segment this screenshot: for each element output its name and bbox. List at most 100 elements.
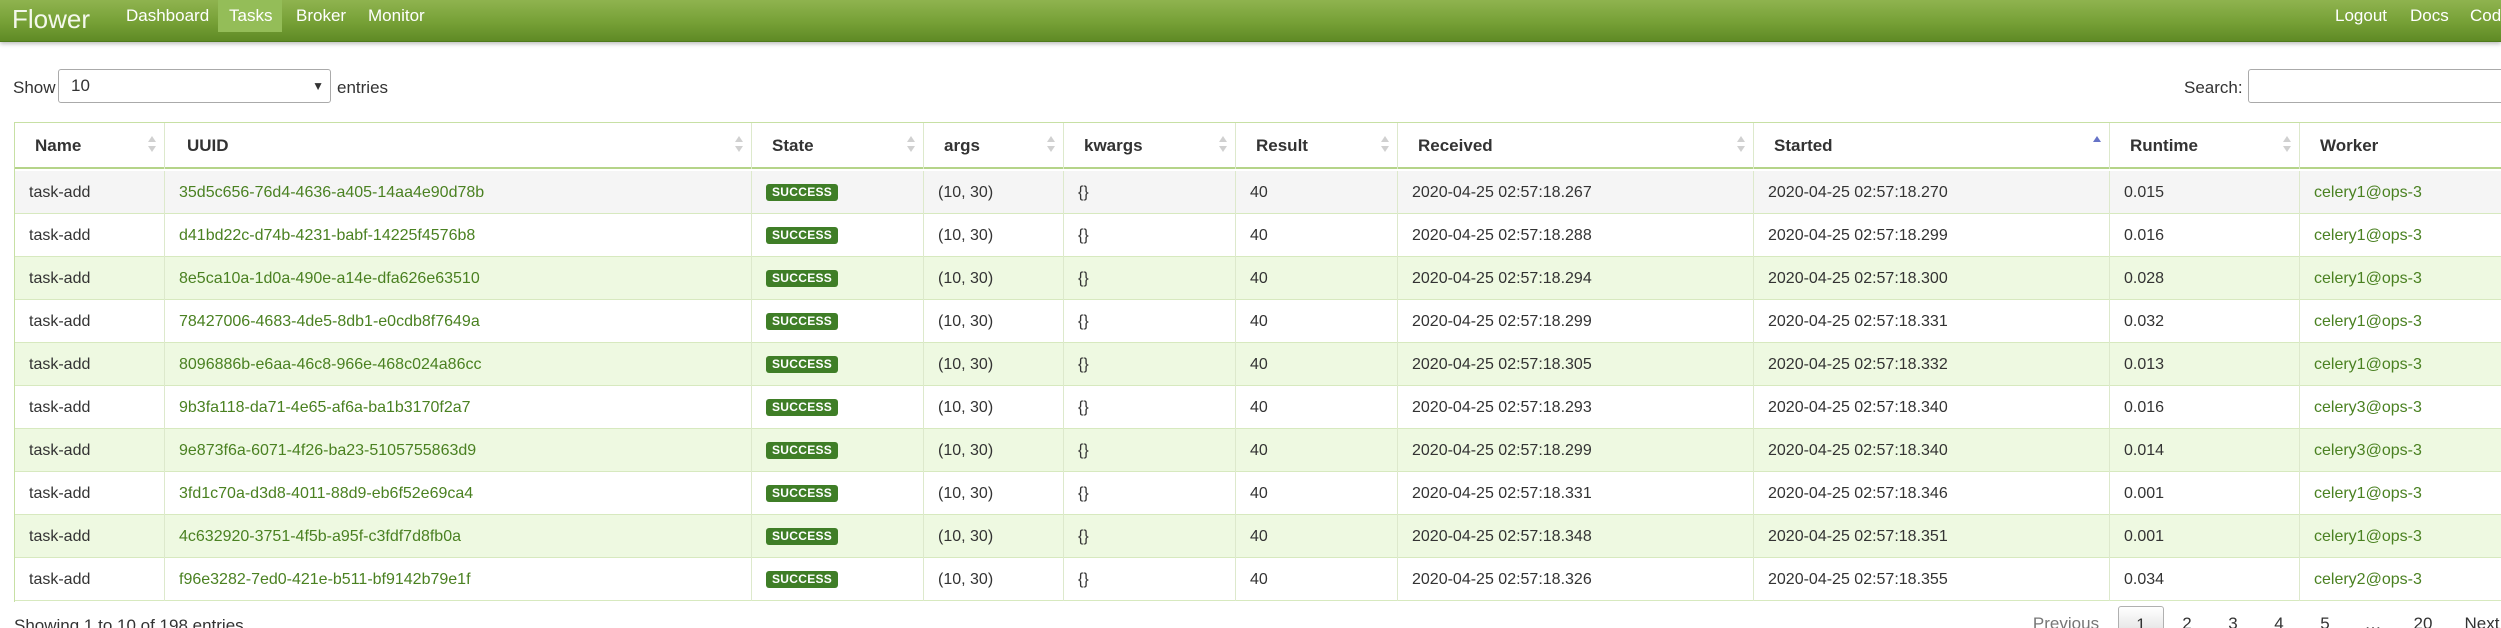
cell-name: task-add [15, 472, 165, 515]
cell-worker[interactable]: celery1@ops-3 [2300, 257, 2501, 300]
dropdown-caret-icon: ▼ [312, 79, 324, 93]
cell-worker[interactable]: celery1@ops-3 [2300, 472, 2501, 515]
sort-icon [148, 136, 156, 156]
cell-args: (10, 30) [924, 343, 1064, 386]
tasks-table: Name UUID State args kwargs Result Recei… [14, 122, 2501, 602]
cell-result: 40 [1236, 257, 1398, 300]
cell-started: 2020-04-25 02:57:18.351 [1754, 515, 2110, 558]
cell-uuid[interactable]: 4c632920-3751-4f5b-a95f-c3fdf7d8fb0a [165, 515, 752, 558]
column-header-uuid[interactable]: UUID [165, 123, 752, 169]
cell-name: task-add [15, 558, 165, 601]
cell-uuid[interactable]: 78427006-4683-4de5-8db1-e0cdb8f7649a [165, 300, 752, 343]
nav-monitor[interactable]: Monitor [358, 0, 434, 32]
cell-received: 2020-04-25 02:57:18.288 [1398, 214, 1754, 257]
cell-started: 2020-04-25 02:57:18.300 [1754, 257, 2110, 300]
nav-logout[interactable]: Logout [2325, 0, 2391, 32]
cell-kwargs: {} [1064, 300, 1236, 343]
brand-logo[interactable]: Flower [12, 2, 90, 36]
cell-state: SUCCESS [752, 300, 924, 343]
cell-started: 2020-04-25 02:57:18.340 [1754, 429, 2110, 472]
column-header-result[interactable]: Result [1236, 123, 1398, 169]
table-row: task-add 4c632920-3751-4f5b-a95f-c3fdf7d8… [15, 515, 2501, 558]
cell-uuid[interactable]: 8096886b-e6aa-46c8-966e-468c024a86cc [165, 343, 752, 386]
status-badge: SUCCESS [766, 270, 839, 288]
entries-per-page-select[interactable]: 10 ▼ [58, 69, 331, 103]
cell-uuid[interactable]: 9b3fa118-da71-4e65-af6a-ba1b3170f2a7 [165, 386, 752, 429]
column-header-args[interactable]: args [924, 123, 1064, 169]
cell-uuid[interactable]: 3fd1c70a-d3d8-4011-88d9-eb6f52e69ca4 [165, 472, 752, 515]
sort-icon [1219, 136, 1227, 156]
cell-args: (10, 30) [924, 386, 1064, 429]
cell-result: 40 [1236, 558, 1398, 601]
cell-received: 2020-04-25 02:57:18.293 [1398, 386, 1754, 429]
cell-state: SUCCESS [752, 343, 924, 386]
table-header: Name UUID State args kwargs Result Recei… [15, 123, 2501, 169]
cell-args: (10, 30) [924, 171, 1064, 214]
cell-name: task-add [15, 515, 165, 558]
column-header-started[interactable]: Started [1754, 123, 2110, 169]
cell-worker[interactable]: celery3@ops-3 [2300, 429, 2501, 472]
sort-icon [907, 136, 915, 156]
pagination-page-5[interactable]: 5 [2302, 606, 2348, 628]
cell-name: task-add [15, 386, 165, 429]
column-header-received[interactable]: Received [1398, 123, 1754, 169]
cell-args: (10, 30) [924, 558, 1064, 601]
cell-args: (10, 30) [924, 429, 1064, 472]
cell-received: 2020-04-25 02:57:18.299 [1398, 300, 1754, 343]
sort-icon [1381, 136, 1389, 156]
column-header-runtime[interactable]: Runtime [2110, 123, 2300, 169]
sort-icon [1047, 136, 1055, 156]
column-header-worker[interactable]: Worker [2300, 123, 2501, 169]
pagination-page-2[interactable]: 2 [2164, 606, 2210, 628]
pagination-page-4[interactable]: 4 [2256, 606, 2302, 628]
cell-kwargs: {} [1064, 515, 1236, 558]
nav-dashboard[interactable]: Dashboard [116, 0, 220, 32]
pagination-next[interactable]: Next [2452, 606, 2501, 628]
cell-worker[interactable]: celery1@ops-3 [2300, 171, 2501, 214]
cell-received: 2020-04-25 02:57:18.326 [1398, 558, 1754, 601]
nav-broker[interactable]: Broker [286, 0, 356, 32]
table-row: task-add 8e5ca10a-1d0a-490e-a14e-dfa626e6… [15, 257, 2501, 300]
cell-worker[interactable]: celery1@ops-3 [2300, 214, 2501, 257]
cell-started: 2020-04-25 02:57:18.346 [1754, 472, 2110, 515]
column-header-name[interactable]: Name [15, 123, 165, 169]
cell-state: SUCCESS [752, 472, 924, 515]
cell-worker[interactable]: celery1@ops-3 [2300, 343, 2501, 386]
search-input[interactable] [2248, 69, 2501, 103]
cell-received: 2020-04-25 02:57:18.305 [1398, 343, 1754, 386]
cell-uuid[interactable]: 9e873f6a-6071-4f26-ba23-5105755863d9 [165, 429, 752, 472]
pagination-page-3[interactable]: 3 [2210, 606, 2256, 628]
cell-args: (10, 30) [924, 472, 1064, 515]
cell-uuid[interactable]: d41bd22c-d74b-4231-babf-14225f4576b8 [165, 214, 752, 257]
cell-uuid[interactable]: 35d5c656-76d4-4636-a405-14aa4e90d78b [165, 171, 752, 214]
pagination-page-1[interactable]: 1 [2118, 606, 2164, 628]
cell-result: 40 [1236, 515, 1398, 558]
sort-ascending-icon [2093, 136, 2101, 156]
cell-state: SUCCESS [752, 515, 924, 558]
cell-runtime: 0.013 [2110, 343, 2300, 386]
cell-runtime: 0.034 [2110, 558, 2300, 601]
nav-code[interactable]: Code [2460, 0, 2501, 32]
status-badge: SUCCESS [766, 485, 839, 503]
pagination-previous[interactable]: Previous [2023, 606, 2109, 628]
column-header-state[interactable]: State [752, 123, 924, 169]
cell-name: task-add [15, 343, 165, 386]
cell-worker[interactable]: celery2@ops-3 [2300, 558, 2501, 601]
cell-started: 2020-04-25 02:57:18.355 [1754, 558, 2110, 601]
nav-docs[interactable]: Docs [2400, 0, 2456, 32]
cell-runtime: 0.016 [2110, 386, 2300, 429]
cell-worker[interactable]: celery1@ops-3 [2300, 515, 2501, 558]
cell-worker[interactable]: celery3@ops-3 [2300, 386, 2501, 429]
cell-state: SUCCESS [752, 386, 924, 429]
table-row: task-add 3fd1c70a-d3d8-4011-88d9-eb6f52e6… [15, 472, 2501, 515]
nav-tasks[interactable]: Tasks [218, 0, 282, 32]
length-prefix-label: Show [13, 78, 56, 97]
cell-args: (10, 30) [924, 214, 1064, 257]
cell-uuid[interactable]: 8e5ca10a-1d0a-490e-a14e-dfa626e63510 [165, 257, 752, 300]
pagination-page-last[interactable]: 20 [2398, 606, 2448, 628]
cell-worker[interactable]: celery1@ops-3 [2300, 300, 2501, 343]
column-header-kwargs[interactable]: kwargs [1064, 123, 1236, 169]
cell-uuid[interactable]: f96e3282-7ed0-421e-b511-bf9142b79e1f [165, 558, 752, 601]
navbar: Flower Dashboard Tasks Broker Monitor Lo… [0, 0, 2501, 42]
cell-kwargs: {} [1064, 171, 1236, 214]
